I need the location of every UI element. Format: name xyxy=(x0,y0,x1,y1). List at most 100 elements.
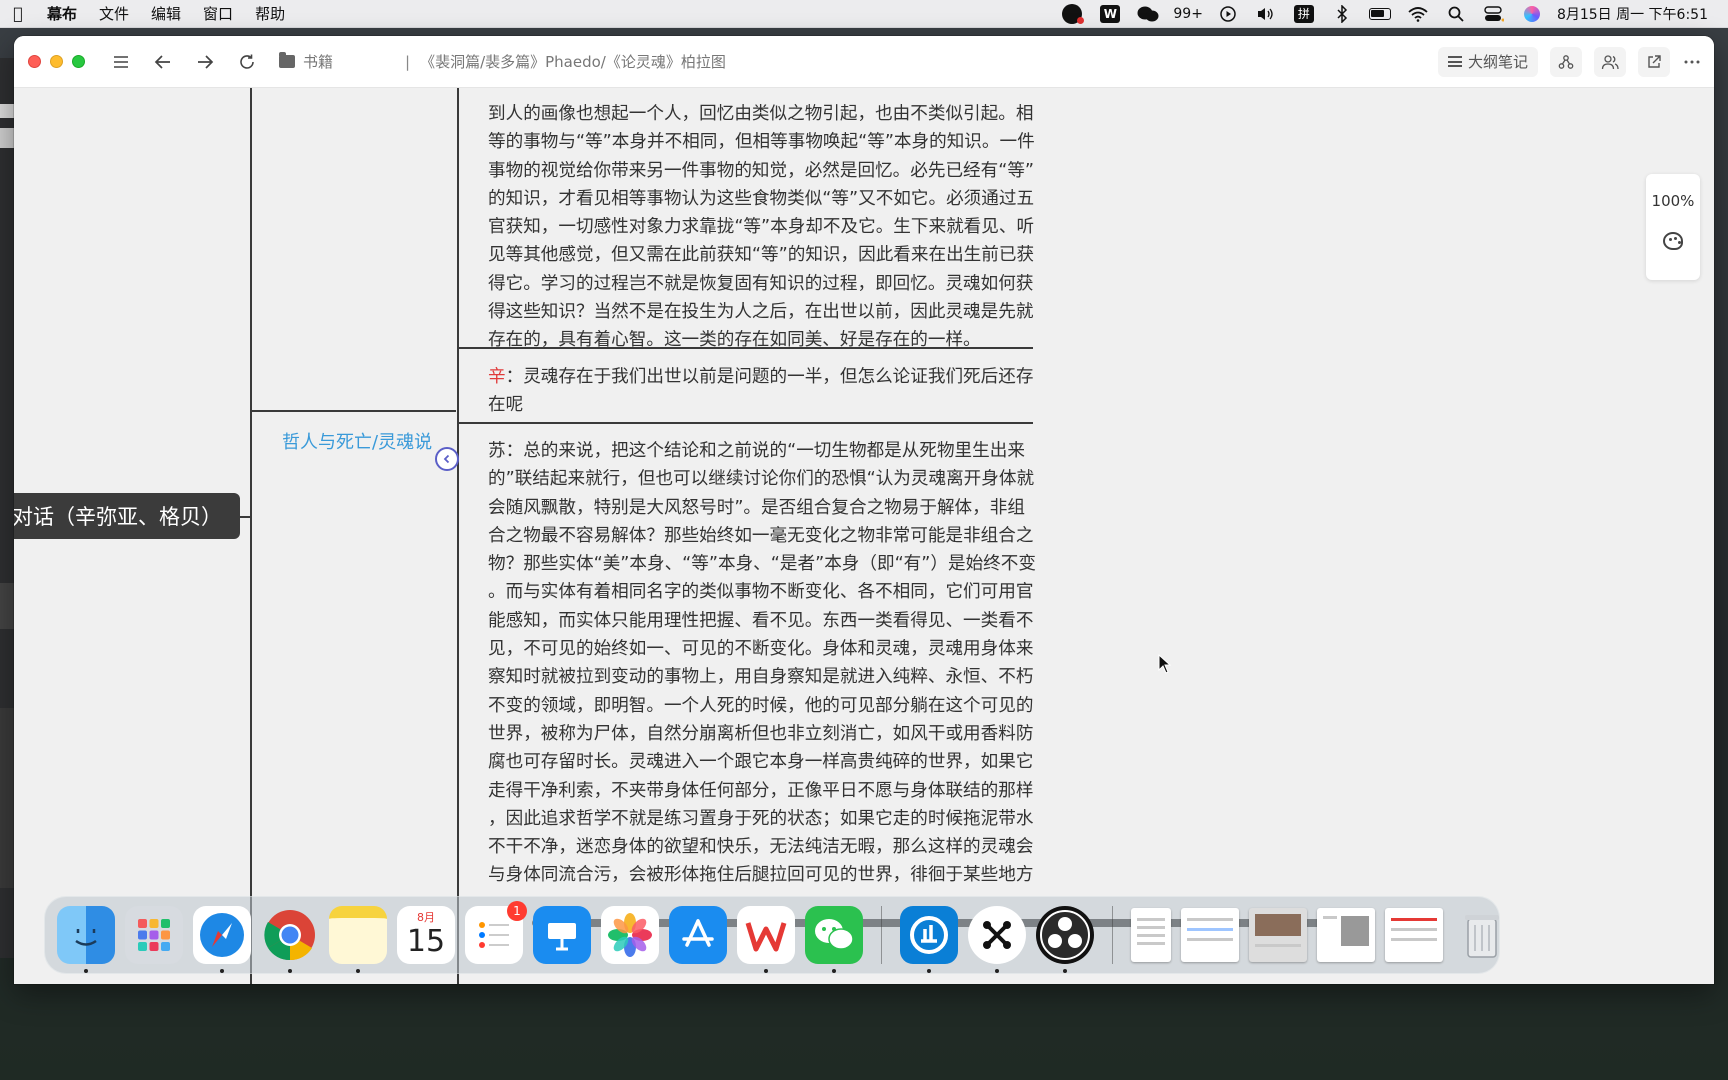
wifi-icon[interactable] xyxy=(1407,4,1429,24)
forward-arrow-icon[interactable] xyxy=(191,48,219,76)
text-line: 得它。学习的过程岂不就是恢复固有知识的过程，即回忆。灵魂如何获 xyxy=(488,273,1034,294)
running-indicator xyxy=(1063,969,1067,973)
minimized-window-thumbnail[interactable] xyxy=(1317,908,1375,962)
menu-hamburger-icon[interactable] xyxy=(107,48,135,76)
dock-separator xyxy=(881,906,882,964)
mindmap-icon[interactable] xyxy=(1550,46,1582,77)
text-line: 合之物最不容易解体？那些始终如一毫无变化之物非常可能是非组合之 xyxy=(488,525,1034,546)
root-node[interactable]: 对话（辛弥亚、格贝） xyxy=(14,493,240,539)
text-line: 。而与实体有着相同名字的类似事物不断变化、各不相同，它们可用官 xyxy=(488,582,1034,603)
collapse-branch-button[interactable] xyxy=(435,447,459,471)
calendar-icon[interactable]: 8月 15 xyxy=(397,906,455,964)
safari-icon[interactable] xyxy=(193,906,251,973)
branch-connector xyxy=(250,410,456,412)
zoom-level[interactable]: 100% xyxy=(1652,192,1695,210)
wechat-status-icon[interactable] xyxy=(1137,4,1159,24)
list-icon xyxy=(1447,56,1462,67)
launchpad-icon[interactable] xyxy=(125,906,183,964)
finder-icon[interactable] xyxy=(57,906,115,973)
text-line: 的”联结起来就行，但也可以继续讨论你们的恐惧“认为灵魂离开身体就 xyxy=(488,469,1035,490)
outline-notes-label: 大纲笔记 xyxy=(1467,53,1528,71)
scrivener-icon[interactable] xyxy=(968,906,1026,973)
text-line: 不变的领域，即明智。一个人死的时候，他的可见部分躺在这个可见的 xyxy=(488,695,1034,716)
menu-file[interactable]: 文件 xyxy=(88,3,140,24)
running-indicator xyxy=(995,969,999,973)
cleanmymac-icon[interactable] xyxy=(900,906,958,973)
trash-icon[interactable] xyxy=(1453,906,1511,964)
menu-clock[interactable]: 8月15日 周一 下午6:51 xyxy=(1557,4,1708,24)
root-connector-vertical xyxy=(250,88,252,984)
text-line: 不干不净，迷恋身体的欲望和快乐，无法纯洁无暇，那么这样的灵魂会 xyxy=(488,837,1034,858)
volume-icon[interactable] xyxy=(1255,4,1277,24)
app-store-icon[interactable] xyxy=(669,906,727,964)
breadcrumb-root[interactable]: 书籍 xyxy=(303,51,333,72)
refresh-icon[interactable] xyxy=(233,48,261,76)
text-line: 能感知，而实体只能用理性把握、看不见。东西一类看得见、一类看不 xyxy=(488,610,1034,631)
child-node-question[interactable]: 辛：灵魂存在于我们出世以前是问题的一半，但怎么论证我们死后还存 在呢 xyxy=(488,363,1036,420)
obs-studio-icon[interactable] xyxy=(1036,906,1094,973)
control-center-icon[interactable] xyxy=(1483,4,1505,24)
text-line: 辛：灵魂存在于我们出世以前是问题的一半，但怎么论证我们死后还存 xyxy=(488,363,1036,391)
minimized-window-thumbnail[interactable] xyxy=(1385,908,1443,962)
running-indicator xyxy=(220,969,224,973)
window-toolbar: 书籍 | 《裴洞篇/裴多篇》Phaedo/《论灵魂》柏拉图 大纲笔记 xyxy=(14,36,1714,88)
running-indicator xyxy=(356,969,360,973)
menu-help[interactable]: 帮助 xyxy=(244,3,296,24)
minimize-window-button[interactable] xyxy=(50,55,63,68)
menu-edit[interactable]: 编辑 xyxy=(140,3,192,24)
text-span: ：灵魂存在于我们出世以前是问题的一半，但怎么论证我们死后还存 xyxy=(505,367,1034,387)
reminders-icon[interactable]: 1 xyxy=(465,901,527,964)
chrome-icon[interactable] xyxy=(261,906,319,973)
wps-status-icon[interactable]: W xyxy=(1099,4,1121,24)
wechat-icon[interactable] xyxy=(805,906,863,973)
child-node-recollection[interactable]: 到人的画像也想起一个人，回忆由类似之物引起，也由不类似引起。相 等的事物与“等”… xyxy=(488,88,1036,355)
back-arrow-icon[interactable] xyxy=(149,48,177,76)
menu-app-name[interactable]: 幕布 xyxy=(36,3,88,24)
close-window-button[interactable] xyxy=(28,55,41,68)
text-line: 存在的，具有着心智。这一类的存在如同美、好是存在的一样。 xyxy=(488,330,981,351)
fullscreen-window-button[interactable] xyxy=(72,55,85,68)
text-line: 走得干净利索，不夹带身体任何部分，正像平日不愿与身体联结的那样 xyxy=(488,780,1034,801)
running-indicator xyxy=(288,969,292,973)
text-line: 会随风飘散，特别是大风怒号时”。是否组合复合之物易于解体，非组 xyxy=(488,497,1025,518)
branch-topic-label[interactable]: 哲人与死亡/灵魂说 xyxy=(282,428,432,454)
bluetooth-icon[interactable] xyxy=(1331,4,1353,24)
breadcrumb-separator: | xyxy=(405,52,411,71)
obs-status-icon[interactable] xyxy=(1061,3,1085,24)
dock-separator xyxy=(1112,906,1113,964)
play-status-icon[interactable] xyxy=(1217,4,1239,24)
text-line: 与身体同流合污，会被形体拖住后腿拉回可见的世界，徘徊于某些地方 xyxy=(488,865,1034,886)
child-node-argument[interactable]: 苏：总的来说，把这个结论和之前说的“一切生物都是从死物里生出来 的”联结起来就行… xyxy=(488,437,1036,890)
photos-icon[interactable] xyxy=(601,906,659,964)
spotlight-search-icon[interactable] xyxy=(1445,4,1467,24)
text-line: 得这些知识？当然不是在投生为人之后，在出世以前，因此灵魂是先就 xyxy=(488,302,1034,323)
theme-palette-icon[interactable] xyxy=(1663,232,1683,250)
zoom-panel: 100% xyxy=(1646,174,1700,280)
minimized-window-thumbnail[interactable] xyxy=(1181,908,1239,962)
children-connector-vertical xyxy=(457,88,459,984)
input-method-icon[interactable]: 拼 xyxy=(1293,4,1315,24)
apple-menu-icon[interactable]:  xyxy=(0,4,36,23)
battery-icon[interactable] xyxy=(1368,4,1391,24)
keynote-icon[interactable] xyxy=(533,906,591,964)
minimized-window-thumbnail[interactable] xyxy=(1249,908,1307,962)
calendar-day: 15 xyxy=(406,924,446,959)
running-indicator xyxy=(832,969,836,973)
calendar-month: 8月 xyxy=(417,911,435,924)
more-options-icon[interactable] xyxy=(1682,47,1702,77)
share-icon[interactable] xyxy=(1638,46,1670,77)
wechat-unread-count: 99+ xyxy=(1173,5,1203,22)
document-title[interactable]: 《裴洞篇/裴多篇》Phaedo/《论灵魂》柏拉图 xyxy=(420,51,726,72)
reminders-badge: 1 xyxy=(507,901,527,921)
collaborate-icon[interactable] xyxy=(1594,46,1626,77)
menu-window[interactable]: 窗口 xyxy=(192,3,244,24)
outline-notes-button[interactable]: 大纲笔记 xyxy=(1437,46,1538,77)
wps-office-icon[interactable] xyxy=(737,906,795,973)
text-line: 物？那些实体“美”本身、“等”本身、“是者”本身（即“有”）是始终不变 xyxy=(488,554,1036,575)
text-line: ，因此追求哲学不就是练习置身于死的状态；如果它走的时候拖泥带水 xyxy=(488,808,1034,829)
window-controls xyxy=(14,55,85,68)
siri-icon[interactable] xyxy=(1521,4,1543,24)
minimized-document-thumbnail[interactable] xyxy=(1131,908,1171,962)
mindmap-canvas[interactable]: 对话（辛弥亚、格贝） 哲人与死亡/灵魂说 到人的画像也想起一个人，回忆由类似之物… xyxy=(14,88,1714,984)
notes-icon[interactable] xyxy=(329,906,387,973)
